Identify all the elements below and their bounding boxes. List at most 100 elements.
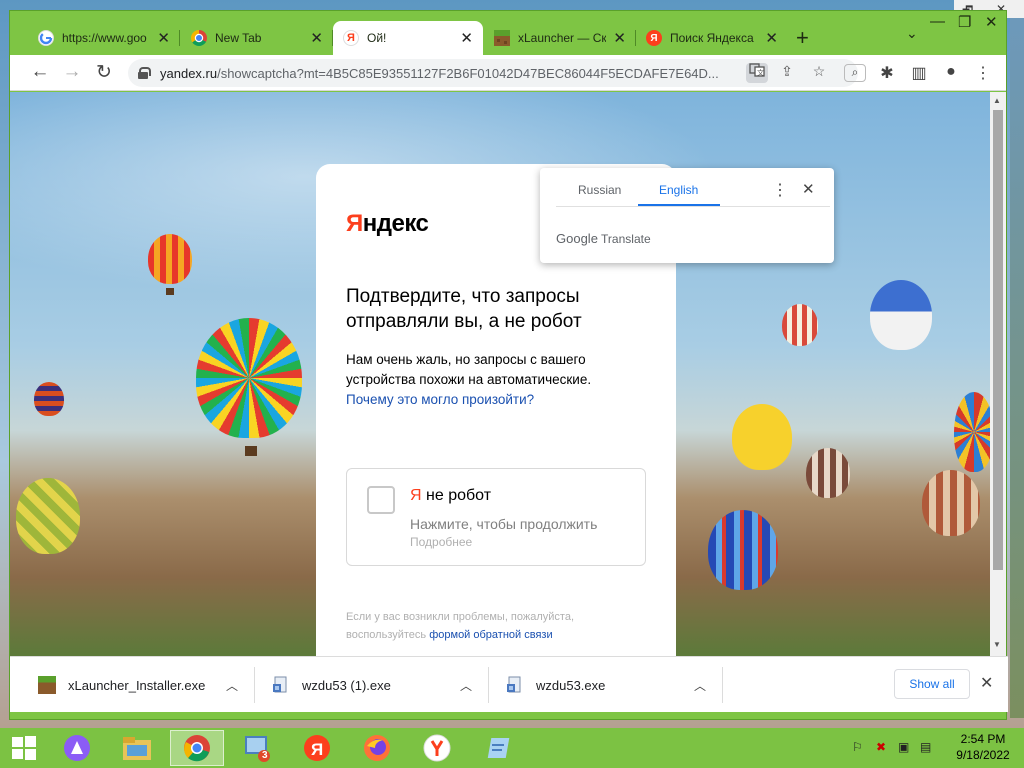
exe-file-icon bbox=[506, 676, 524, 694]
balloon-image bbox=[196, 318, 302, 438]
profile-icon[interactable]: ● bbox=[940, 63, 962, 83]
browser-toolbar: ← → ↻ yandex.ru/showcaptcha?mt=4B5C85E93… bbox=[10, 55, 1006, 91]
close-icon[interactable]: ✕ bbox=[310, 29, 323, 47]
close-icon[interactable]: ✕ bbox=[460, 29, 473, 47]
scrollbar-thumb[interactable] bbox=[993, 110, 1003, 570]
lens-icon[interactable]: ⌕ bbox=[844, 64, 866, 82]
address-bar[interactable]: yandex.ru/showcaptcha?mt=4B5C85E93551127… bbox=[128, 59, 858, 87]
download-filename: wzdu53 (1).exe bbox=[302, 677, 391, 693]
yandex-browser-icon[interactable] bbox=[410, 730, 464, 766]
translate-icon[interactable]: 文 bbox=[746, 63, 768, 83]
chrome-icon bbox=[191, 30, 207, 46]
balloon-image bbox=[954, 392, 990, 472]
minimize-icon[interactable]: — bbox=[930, 13, 945, 30]
balloon-image bbox=[806, 448, 850, 498]
page-content: Яндекс Подтвердите, что запросы отправля… bbox=[10, 92, 990, 656]
reload-icon[interactable]: ↻ bbox=[92, 61, 116, 84]
chevron-up-icon[interactable]: ︿ bbox=[226, 677, 238, 694]
notepad-icon[interactable] bbox=[470, 730, 524, 766]
not-robot-label[interactable]: Я не робот bbox=[410, 487, 491, 505]
captcha-widget[interactable]: Я не робот Нажмите, чтобы продолжить Под… bbox=[346, 468, 646, 566]
download-item[interactable]: wzdu53.exe ︿ bbox=[506, 657, 716, 713]
tab-xlauncher[interactable]: xLauncher — Ск ✕ bbox=[484, 21, 636, 55]
more-options-icon[interactable]: ⋮ bbox=[772, 180, 788, 200]
close-icon[interactable]: ✕ bbox=[157, 29, 170, 47]
taskbar: 3 Я ⚐ ✖ ▣ ▤ 2:54 PM 9/18/2022 bbox=[0, 728, 1024, 768]
divider bbox=[556, 206, 830, 207]
close-icon[interactable]: ✕ bbox=[802, 180, 815, 198]
firefox-icon[interactable] bbox=[350, 730, 404, 766]
not-robot-checkbox[interactable] bbox=[367, 486, 395, 514]
scroll-up-icon[interactable]: ▲ bbox=[993, 96, 1001, 105]
download-filename: xLauncher_Installer.exe bbox=[68, 677, 206, 693]
tab-oi[interactable]: Я Ой! ✕ bbox=[333, 21, 483, 55]
svg-text:文: 文 bbox=[757, 68, 764, 77]
back-icon[interactable]: ← bbox=[28, 61, 52, 83]
chevron-up-icon[interactable]: ︿ bbox=[694, 677, 706, 694]
maximize-icon[interactable]: ❐ bbox=[958, 13, 971, 31]
balloon-image bbox=[732, 404, 792, 470]
badge-count: 3 bbox=[262, 750, 268, 761]
network-icon[interactable]: ▣ bbox=[898, 740, 909, 754]
lock-icon[interactable] bbox=[138, 67, 151, 79]
alice-icon[interactable] bbox=[50, 730, 104, 766]
chevron-up-icon[interactable]: ︿ bbox=[460, 677, 472, 694]
chrome-window: https://www.goo ✕ New Tab ✕ Я Ой! ✕ xLau… bbox=[9, 10, 1008, 720]
scrollbar[interactable]: ▲ ▼ bbox=[990, 92, 1006, 656]
translate-popup: Russian English ⋮ ✕ Google Translate bbox=[540, 168, 834, 263]
balloon-image bbox=[148, 234, 192, 284]
yandex-icon[interactable]: Я bbox=[290, 730, 344, 766]
tab-title: Ой! bbox=[367, 31, 387, 45]
exe-file-icon bbox=[272, 676, 290, 694]
tab-strip: https://www.goo ✕ New Tab ✕ Я Ой! ✕ xLau… bbox=[10, 11, 1006, 55]
language-tab-russian[interactable]: Russian bbox=[578, 183, 621, 197]
close-icon[interactable]: ✕ bbox=[613, 29, 626, 47]
show-hidden-icons-icon[interactable]: ⚐ bbox=[852, 740, 863, 754]
tab-separator bbox=[179, 30, 180, 46]
share-icon[interactable]: ⇪ bbox=[776, 63, 798, 83]
close-icon[interactable]: ✕ bbox=[980, 673, 993, 693]
scroll-down-icon[interactable]: ▼ bbox=[993, 640, 1001, 649]
tab-title: Поиск Яндекса bbox=[670, 31, 754, 45]
forward-icon[interactable]: → bbox=[60, 61, 84, 83]
minecraft-icon bbox=[494, 30, 510, 46]
balloon-image bbox=[34, 382, 64, 416]
google-icon bbox=[38, 30, 54, 46]
star-icon[interactable]: ☆ bbox=[808, 63, 830, 83]
tab-new-tab[interactable]: New Tab ✕ bbox=[181, 21, 333, 55]
system-clock[interactable]: 2:54 PM 9/18/2022 bbox=[948, 731, 1018, 763]
why-link[interactable]: Почему это могло произойти? bbox=[346, 392, 534, 407]
balloon-image bbox=[922, 470, 980, 536]
feedback-link[interactable]: формой обратной связи bbox=[429, 629, 552, 641]
show-all-button[interactable]: Show all bbox=[894, 669, 970, 699]
chrome-icon[interactable] bbox=[170, 730, 224, 766]
sidepanel-icon[interactable]: ▥ bbox=[908, 63, 930, 83]
new-tab-button[interactable]: + bbox=[796, 25, 809, 51]
action-center-icon[interactable]: ▤ bbox=[920, 740, 931, 754]
close-icon[interactable]: ✕ bbox=[985, 13, 998, 31]
tab-search-button[interactable]: ⌄ bbox=[906, 25, 918, 42]
problem-text: Если у вас возникли проблемы, пожалуйста… bbox=[346, 611, 575, 641]
volume-muted-icon[interactable]: ✖ bbox=[876, 740, 886, 754]
windows-start-icon[interactable] bbox=[0, 730, 48, 766]
divider bbox=[722, 667, 723, 703]
divider bbox=[254, 667, 255, 703]
download-item[interactable]: xLauncher_Installer.exe ︿ bbox=[38, 657, 248, 713]
google-translate-brand: Google Translate bbox=[556, 231, 651, 246]
menu-icon[interactable]: ⋮ bbox=[972, 63, 994, 83]
more-link[interactable]: Подробнее bbox=[410, 535, 472, 549]
task-manager-icon[interactable]: 3 bbox=[230, 730, 284, 766]
close-icon[interactable]: ✕ bbox=[765, 29, 778, 47]
download-filename: wzdu53.exe bbox=[536, 677, 606, 693]
language-tab-english[interactable]: English bbox=[659, 183, 698, 197]
explorer-icon[interactable] bbox=[110, 730, 164, 766]
minecraft-icon bbox=[38, 676, 56, 694]
balloon-image bbox=[782, 304, 818, 346]
download-item[interactable]: wzdu53 (1).exe ︿ bbox=[272, 657, 482, 713]
url-text[interactable]: yandex.ru/showcaptcha?mt=4B5C85E93551127… bbox=[160, 66, 730, 81]
yandex-logo[interactable]: Яндекс bbox=[346, 210, 429, 238]
yandex-icon: Я bbox=[343, 30, 359, 46]
tab-google[interactable]: https://www.goo ✕ bbox=[28, 21, 180, 55]
tab-yandex-search[interactable]: Я Поиск Яндекса ✕ bbox=[636, 21, 788, 55]
extensions-icon[interactable]: ✱ bbox=[876, 63, 898, 83]
